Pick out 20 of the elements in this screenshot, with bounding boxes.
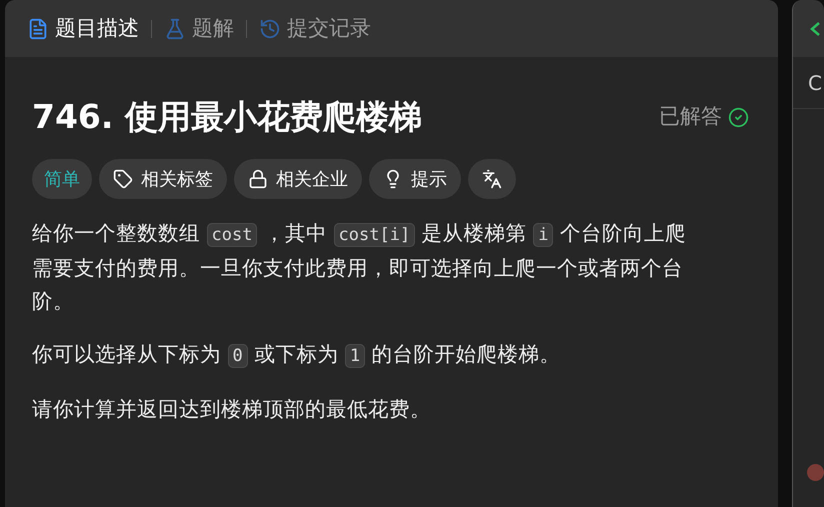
description-paragraph: 你可以选择从下标为 0 或下标为 1 的台阶开始爬楼梯。	[32, 341, 562, 370]
description-paragraph: 给你一个整数数组 cost ，其中 cost[i] 是从楼梯第 i 个台阶向上爬需要支付的费用。一旦你支付此费用，即可选择向上爬一个或者两个台阶。	[32, 220, 688, 315]
document-icon	[27, 18, 49, 40]
tag-button[interactable]: 相关企业	[234, 159, 362, 199]
flask-icon	[164, 18, 186, 40]
translate-icon	[482, 169, 502, 189]
language-label: C	[808, 70, 822, 96]
difficulty-badge: 简单	[32, 159, 92, 199]
tab[interactable]: 提交记录	[259, 12, 371, 44]
history-icon	[259, 18, 281, 40]
problem-title: 746. 使用最小花费爬楼梯	[32, 96, 422, 138]
tag-button[interactable]: 相关标签	[99, 159, 227, 199]
lock-icon	[248, 169, 268, 189]
tab[interactable]: 题目描述	[27, 12, 139, 44]
description-paragraph: 请你计算并返回达到楼梯顶部的最低花费。	[32, 396, 432, 423]
solved-status: 已解答	[659, 103, 722, 130]
tag-button[interactable]: 提示	[369, 159, 461, 199]
translate-button[interactable]	[468, 159, 516, 199]
tag-icon	[113, 169, 133, 189]
tab[interactable]: 题解	[164, 12, 234, 44]
